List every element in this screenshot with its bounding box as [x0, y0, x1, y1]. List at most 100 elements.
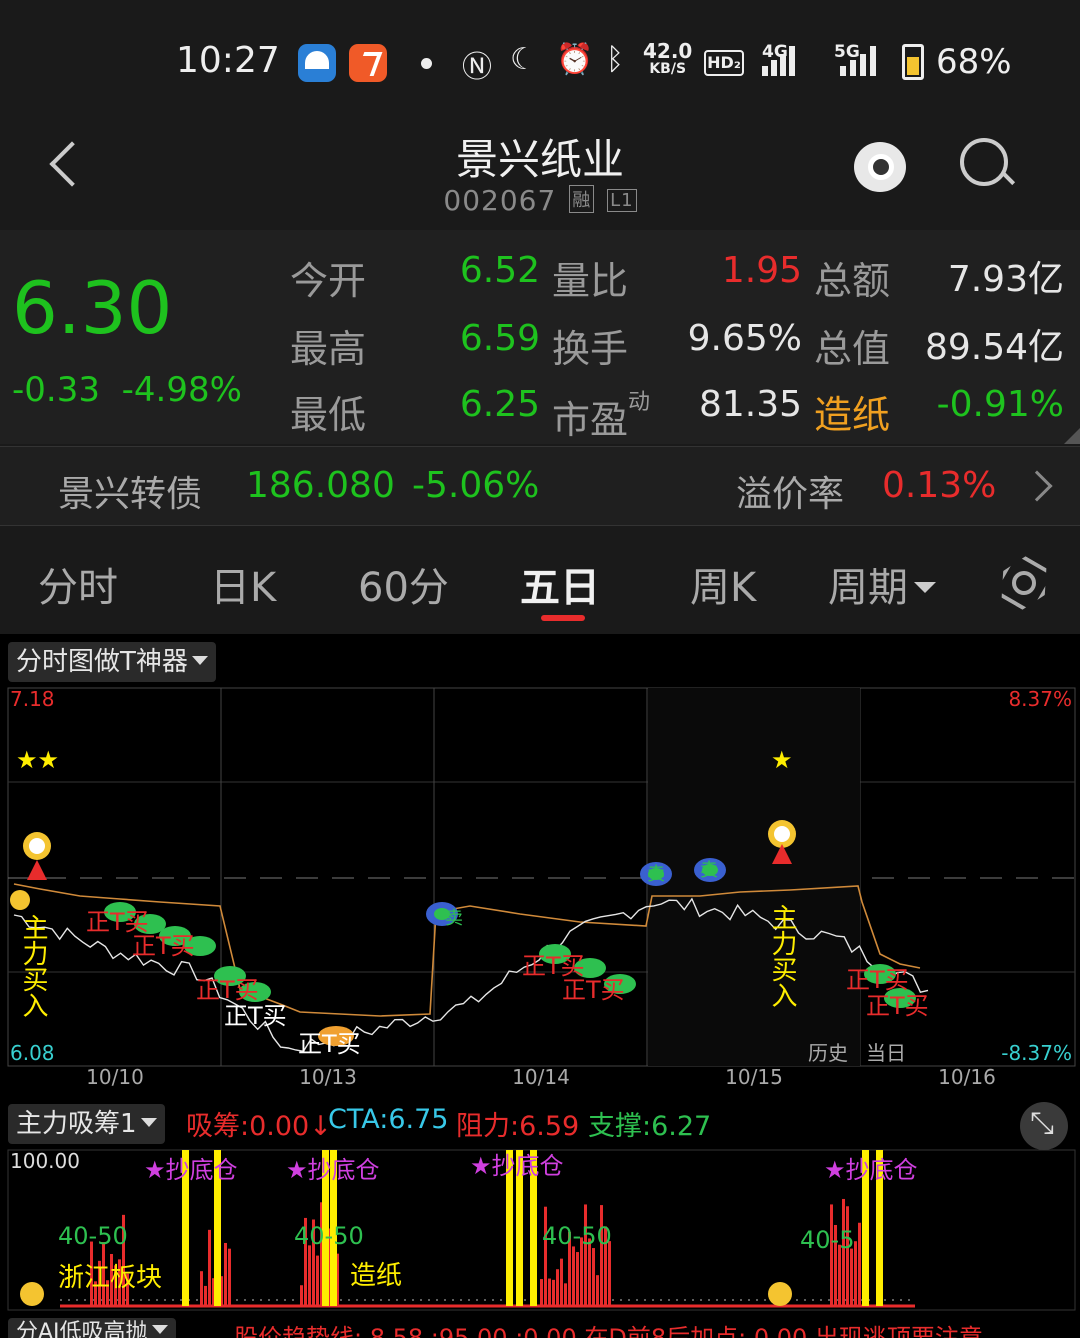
tab-60min[interactable]: 60分 — [358, 555, 449, 613]
absorb-bar — [316, 1255, 319, 1306]
five-day-chart: ★★ ★ 主力买入 主力买入 正T买 正T买 正T买 正T买 正T买 正T买 正… — [7, 687, 1076, 1311]
tab-daily-k[interactable]: 日K — [210, 555, 276, 613]
app-header: 景兴纸业 002067 融 L1 — [0, 120, 1080, 230]
expand-corner-icon[interactable] — [1064, 428, 1080, 444]
t-buy-signal: 正T买 — [562, 976, 625, 1004]
tab-weekly-k[interactable]: 周K — [690, 555, 756, 613]
support-readout: 支撑:6.27 — [588, 1111, 712, 1142]
annotation: 造纸 — [350, 1261, 402, 1291]
absorb-bar — [208, 1229, 211, 1306]
tab-period[interactable]: 周期 — [828, 555, 936, 613]
search-icon[interactable] — [958, 136, 1014, 192]
battery-percent: 68% — [936, 42, 1012, 82]
date-label: 10/16 — [938, 1065, 996, 1089]
absorb-bar — [564, 1283, 567, 1306]
tab-intraday[interactable]: 分时 — [38, 555, 118, 613]
main-buy-signal: 主力买入 — [18, 914, 48, 1018]
expand-icon[interactable] — [1020, 1102, 1068, 1150]
absorb-bar — [200, 1271, 203, 1306]
bond-price: 186.080 — [246, 465, 395, 506]
star-marker: ★★ — [16, 746, 59, 774]
settings-icon[interactable] — [998, 557, 1046, 605]
app-notification-icon-2 — [349, 44, 387, 82]
absorb-bar — [846, 1206, 849, 1306]
absorb-bar — [830, 1204, 833, 1306]
turnover-value: 9.65% — [687, 318, 802, 359]
tab-five-day[interactable]: 五日 — [520, 555, 600, 613]
notification-dot-icon — [421, 58, 432, 69]
pe-label: 市盈动 — [552, 390, 651, 442]
absorb-bar — [540, 1279, 543, 1306]
absorb-bar — [560, 1258, 563, 1306]
network-5g-label: 5G — [834, 42, 860, 62]
bottom-indicator-selector[interactable]: 分AI低吸高抛 — [8, 1318, 176, 1338]
chevron-down-icon — [151, 1325, 168, 1334]
absorb-bar — [592, 1248, 595, 1306]
absorb-bar — [584, 1204, 587, 1306]
money-bag-marker — [23, 832, 51, 880]
moon-icon: ☾ — [510, 42, 537, 77]
absorb-bar — [608, 1241, 611, 1306]
money-bag-marker — [10, 890, 30, 910]
star-marker: ★ — [771, 746, 793, 774]
date-label: 10/10 — [86, 1065, 144, 1089]
market-cap-label: 总值 — [814, 327, 891, 371]
lower-indicator-selector[interactable]: 主力吸筹1 — [8, 1104, 165, 1144]
annotation: ★抄底仓 — [286, 1156, 380, 1184]
history-zone — [648, 688, 860, 1066]
t-buy-signal: 正T买 — [224, 1002, 287, 1030]
absorb-bar — [850, 1248, 853, 1306]
date-label: 10/13 — [299, 1065, 357, 1089]
app-notification-icon — [298, 44, 336, 82]
absorb-bar — [548, 1278, 551, 1306]
absorb-bar — [572, 1246, 575, 1306]
money-bag-marker — [20, 1282, 44, 1306]
stock-name: 景兴纸业 — [455, 135, 624, 184]
sector-link[interactable]: 造纸 — [814, 384, 890, 439]
chevron-down-icon — [191, 656, 208, 665]
convertible-bond-bar[interactable]: 景兴转债 186.080 -5.06% 溢价率 0.13% — [0, 446, 1080, 526]
bond-name: 景兴转债 — [58, 474, 203, 515]
annotation: 40-50 — [542, 1222, 612, 1250]
status-time: 10:27 — [176, 40, 280, 81]
chart-area[interactable]: ★★ ★ 主力买入 主力买入 正T买 正T买 正T买 正T买 正T买 正T买 正… — [0, 634, 1080, 1338]
low-label: 最低 — [290, 393, 367, 437]
sell-signal: 卖 — [445, 908, 463, 929]
absorb-bar — [224, 1242, 227, 1306]
resistance-readout: 阻力:6.59 — [456, 1111, 580, 1142]
absorb-bar — [308, 1245, 311, 1306]
annotation: 40-5 — [800, 1226, 854, 1254]
indicator-selector[interactable]: 分时图做T神器 — [8, 642, 216, 682]
y-axis-bottom: 6.08 — [10, 1041, 55, 1065]
t-buy-signal: 正T买 — [132, 932, 195, 960]
annotation: ★抄底仓 — [144, 1156, 238, 1184]
main-buy-signal-2: 主力买入 — [767, 904, 797, 1008]
amount-value: 7.93亿 — [947, 259, 1064, 300]
bottom-indicator-readout: 股价趋势线: 8.58 :95.00 :0.00 在D前8后加点: 0.00 出… — [234, 1324, 983, 1338]
history-label: 历史 — [808, 1041, 848, 1065]
bond-change: -5.06% — [412, 465, 540, 506]
annotation: 浙江板块 — [58, 1263, 162, 1293]
absorb-bar — [204, 1285, 207, 1306]
chevron-down-icon — [140, 1118, 157, 1127]
hd-voice-icon: HD₂ — [704, 50, 744, 76]
high-label: 最高 — [290, 327, 367, 371]
sell-signal: 卖 — [700, 860, 718, 881]
sector-change: -0.91% — [936, 384, 1064, 425]
chevron-right-icon — [1021, 470, 1053, 502]
network-speed: 42.0 KB/S — [643, 39, 693, 77]
t-buy-signal: 正T买 — [298, 1030, 361, 1058]
quote-panel: 6.30 -0.33 -4.98% 今开 6.52 量比 1.95 总额 7.9… — [0, 230, 1080, 444]
absorb-bar — [576, 1252, 579, 1306]
status-bar: 10:27 Ⓝ ☾ ⏰ ᛒ 42.0 KB/S HD₂ 4G 5G 68% — [0, 0, 1080, 120]
assistant-mascot-icon[interactable] — [852, 134, 908, 194]
absorb-bar — [552, 1279, 555, 1306]
absorb-bar — [228, 1248, 231, 1306]
alarm-icon: ⏰ — [556, 42, 594, 77]
t-buy-signal: 正T买 — [866, 992, 929, 1020]
date-label: 10/15 — [725, 1065, 783, 1089]
annotation: 40-50 — [58, 1222, 128, 1250]
pct-axis-top: 8.37% — [1008, 687, 1072, 711]
date-label: 10/14 — [512, 1065, 570, 1089]
volume-ratio-label: 量比 — [552, 259, 629, 303]
